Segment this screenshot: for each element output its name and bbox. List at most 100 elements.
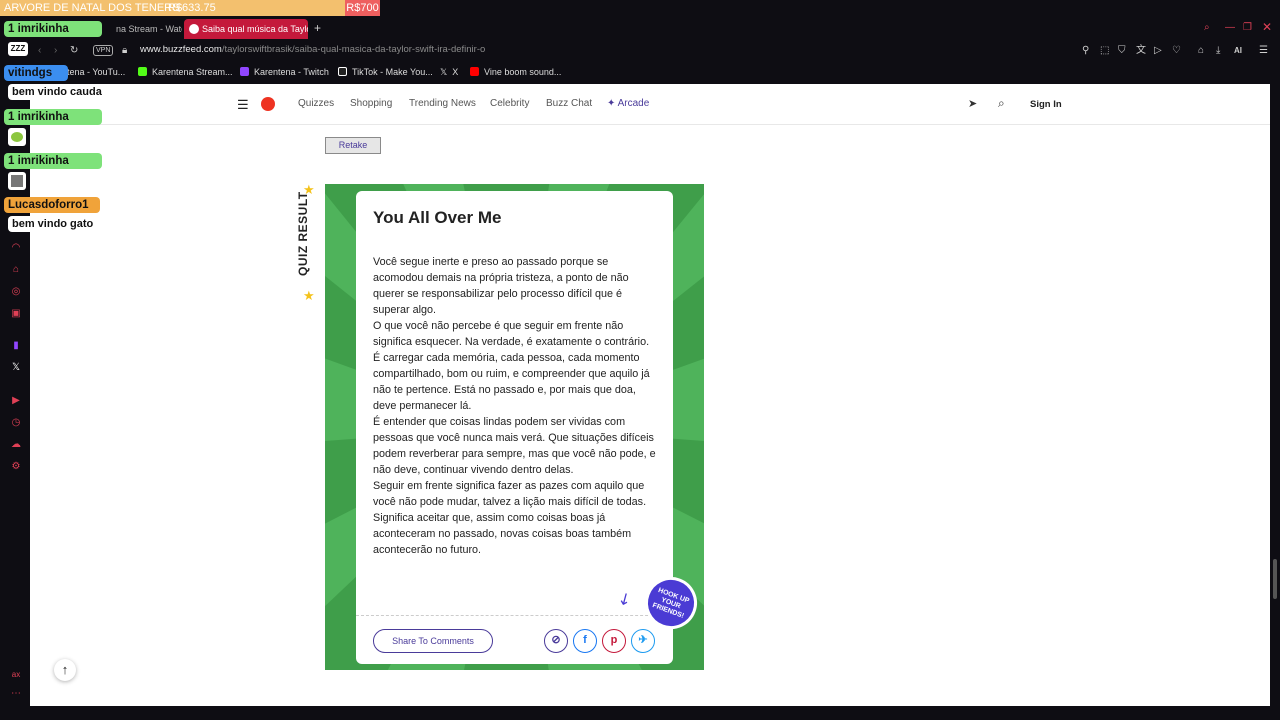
- lock-icon: 🔒︎: [122, 45, 128, 56]
- chat-emote-icon: [8, 128, 26, 146]
- result-description: Você segue inerte e preso ao passado por…: [373, 254, 658, 558]
- ai-button[interactable]: AI: [1234, 45, 1242, 57]
- search-icon[interactable]: ⌕: [998, 96, 1005, 111]
- chat-badge: 1: [8, 111, 15, 123]
- quiz-result-card: You All Over Me Você segue inerte e pres…: [325, 184, 704, 670]
- chat-username: vitindgs: [4, 65, 68, 81]
- close-window-icon[interactable]: ✕: [1262, 21, 1272, 33]
- channel-avatar[interactable]: ZZZ: [8, 42, 28, 56]
- chat-badge: 1: [8, 155, 15, 167]
- tiktok-icon: [338, 67, 347, 76]
- tab-strip: na Stream - Watch Saiba qual música da T…: [0, 16, 1280, 40]
- chat-message: bem vindo cauda: [8, 84, 106, 100]
- result-paragraph: Você segue inerte e preso ao passado por…: [373, 256, 629, 316]
- nav-trending-news[interactable]: Trending News: [409, 98, 476, 109]
- tab-stream-watch[interactable]: na Stream - Watch: [98, 19, 182, 39]
- donation-goal: R$700: [345, 0, 380, 16]
- back-icon[interactable]: ‹: [38, 45, 41, 57]
- pinterest-icon[interactable]: p: [602, 629, 626, 653]
- site-navigation: ☰ Quizzes Shopping Trending News Celebri…: [30, 84, 1270, 125]
- player-icon[interactable]: ▷: [1154, 45, 1162, 57]
- minimize-icon[interactable]: —: [1225, 22, 1235, 34]
- nav-shopping[interactable]: Shopping: [350, 98, 392, 109]
- sparkle-icon: ✦: [607, 98, 618, 109]
- chat-emote-icon: [8, 172, 26, 190]
- nav-arcade[interactable]: ✦ Arcade: [607, 98, 649, 109]
- sidebar-aria-icon[interactable]: ◠: [10, 242, 22, 254]
- new-tab-icon[interactable]: +: [314, 22, 321, 34]
- sidebar-more-icon[interactable]: ⋯: [10, 688, 22, 700]
- screenshot-icon[interactable]: ⬚: [1100, 45, 1109, 57]
- donation-goal-bar: ARVORE DE NATAL DOS TENERS R$633.75 R$70…: [0, 0, 380, 16]
- sidebar-history-icon[interactable]: ◷: [10, 417, 22, 429]
- page-scrollbar[interactable]: [1270, 84, 1280, 706]
- share-to-comments-button[interactable]: Share To Comments: [373, 629, 493, 653]
- hamburger-menu-icon[interactable]: ☰: [237, 97, 249, 113]
- result-paragraph: Seguir em frente significa fazer as paze…: [373, 480, 647, 556]
- scroll-to-top-button[interactable]: ↑: [54, 659, 76, 681]
- facebook-icon[interactable]: f: [573, 629, 597, 653]
- chat-username: Lucasdoforro1: [4, 197, 100, 213]
- result-paragraph: É carregar cada memória, cada pessoa, ca…: [373, 352, 650, 412]
- bookmarks-bar: ntena - YouTu... Karentena Stream... Kar…: [0, 62, 1280, 84]
- nav-buzz-chat[interactable]: Buzz Chat: [546, 98, 592, 109]
- chat-username: 1 imrikinha: [4, 109, 102, 125]
- web-page: ☰ Quizzes Shopping Trending News Celebri…: [30, 84, 1270, 706]
- quiz-result-label: ★ QUIZ RESULT ★: [296, 182, 326, 303]
- bluesky-icon[interactable]: ✈: [631, 629, 655, 653]
- shield-icon[interactable]: ⛉: [1118, 45, 1126, 57]
- send-icon[interactable]: ➤: [968, 97, 977, 110]
- sidebar-cart-icon[interactable]: ⌂: [10, 264, 22, 276]
- bookmark-item[interactable]: 𝕏X: [440, 67, 458, 78]
- sidebar-settings-icon[interactable]: ⚙: [10, 461, 22, 473]
- nav-quizzes[interactable]: Quizzes: [298, 98, 334, 109]
- buzzfeed-logo-icon[interactable]: [261, 97, 275, 111]
- chat-username: 1 imrikinha: [4, 153, 102, 169]
- bookmark-item[interactable]: TikTok - Make You...: [338, 67, 433, 77]
- forward-icon[interactable]: ›: [54, 45, 57, 57]
- x-icon: 𝕏: [440, 67, 448, 77]
- chat-username: 1 imrikinha: [4, 21, 102, 37]
- sidebar-x-icon[interactable]: 𝕏: [10, 362, 22, 374]
- arrow-up-icon: ↑: [61, 662, 69, 677]
- result-paragraph: O que você não percebe é que seguir em f…: [373, 320, 650, 348]
- vpn-badge[interactable]: VPN: [93, 45, 114, 56]
- sidebar-twitch-icon[interactable]: ▮: [10, 340, 22, 352]
- bookmark-item[interactable]: Vine boom sound...: [470, 67, 561, 77]
- nav-celebrity[interactable]: Celebrity: [490, 98, 529, 109]
- url-input[interactable]: www.buzzfeed.com/taylorswiftbrasik/saiba…: [140, 44, 485, 55]
- wallet-icon[interactable]: ⌂: [1198, 45, 1204, 57]
- star-icon: ★: [303, 288, 315, 303]
- menu-icon[interactable]: ☰: [1259, 45, 1268, 57]
- heart-icon[interactable]: ♡: [1172, 45, 1181, 57]
- scrollbar-thumb[interactable]: [1273, 559, 1277, 599]
- restore-icon[interactable]: ❐: [1243, 22, 1252, 34]
- bookmark-item[interactable]: Karentena Stream...: [138, 67, 233, 77]
- copy-link-icon[interactable]: ⊘: [544, 629, 568, 653]
- curved-arrow-icon: ↙: [614, 588, 636, 611]
- sidebar-ax-icon[interactable]: ax: [10, 669, 22, 681]
- result-title: You All Over Me: [373, 208, 502, 227]
- sidebar-social-icon[interactable]: ◎: [10, 286, 22, 298]
- sidebar-player-icon[interactable]: ▶: [10, 395, 22, 407]
- sidebar-messenger-icon[interactable]: ▣: [10, 308, 22, 320]
- sidebar-chat-icon[interactable]: ☁: [10, 439, 22, 451]
- chat-message: bem vindo gato: [8, 216, 98, 232]
- download-icon[interactable]: ⤓: [1216, 45, 1220, 57]
- tab-buzzfeed-quiz[interactable]: Saiba qual música da Taylo: [184, 19, 308, 39]
- share-divider: [356, 615, 673, 616]
- quiz-result-text: QUIZ RESULT: [296, 191, 310, 276]
- reload-icon[interactable]: ↻: [70, 45, 78, 57]
- bookmark-item[interactable]: ntena - YouTu...: [62, 67, 125, 77]
- result-panel: You All Over Me Você segue inerte e pres…: [356, 191, 673, 664]
- search-tabs-icon[interactable]: ⌕: [1204, 22, 1210, 34]
- twitch-icon: [240, 67, 249, 76]
- bookmark-item[interactable]: Karentena - Twitch: [240, 67, 329, 77]
- pin-icon[interactable]: ⚲: [1082, 45, 1089, 57]
- youtube-icon: [470, 67, 479, 76]
- buzzfeed-icon: [189, 24, 199, 34]
- translate-icon[interactable]: 文: [1136, 45, 1146, 57]
- chat-badge: 1: [8, 23, 15, 35]
- sign-in-link[interactable]: Sign In: [1030, 99, 1062, 110]
- retake-button[interactable]: Retake: [325, 137, 381, 154]
